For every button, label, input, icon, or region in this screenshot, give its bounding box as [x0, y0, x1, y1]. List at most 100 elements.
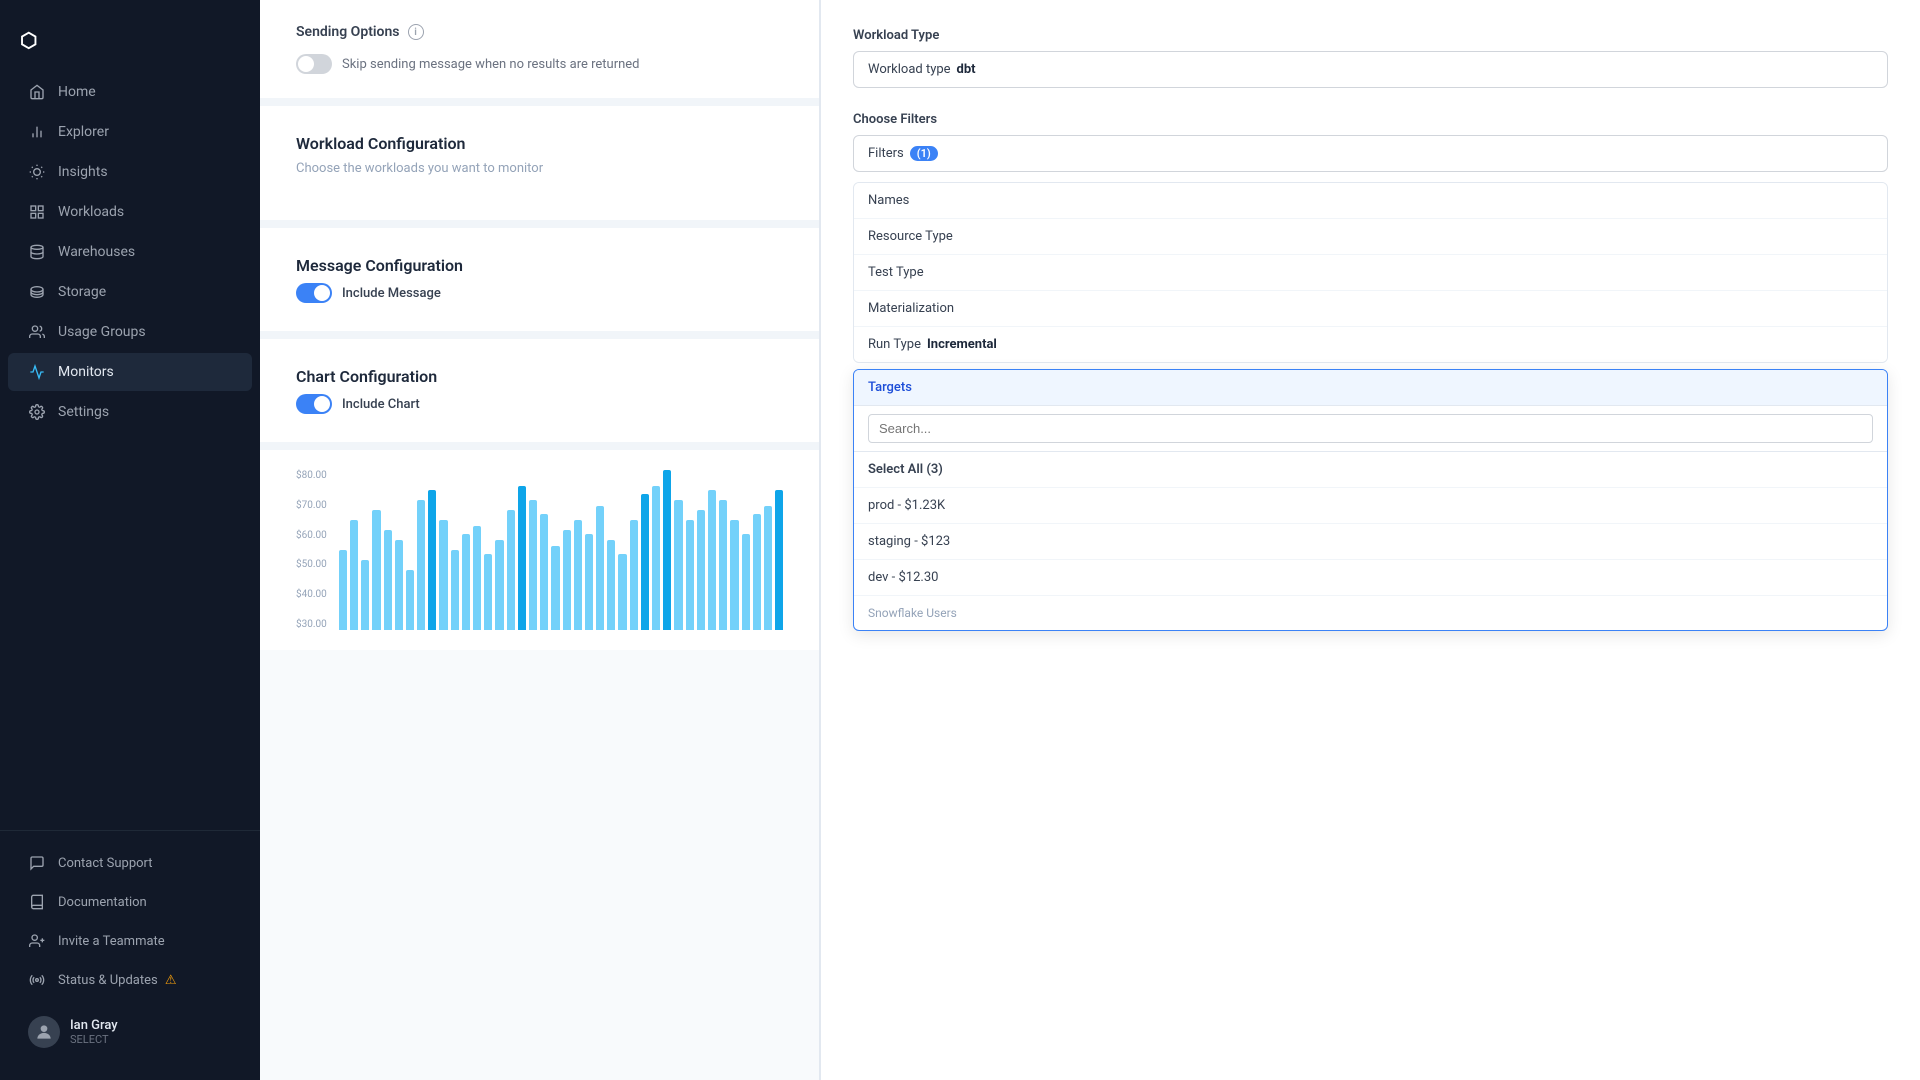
sidebar-item-status-updates[interactable]: Status & Updates ⚠: [8, 961, 252, 999]
workload-config-title: Workload Configuration: [296, 134, 783, 153]
sidebar-item-label-insights: Insights: [58, 164, 108, 180]
workload-type-prefix: Workload type: [868, 62, 951, 77]
main-content: Sending Options i Skip sending message w…: [260, 0, 1920, 1080]
chart-bar: [618, 554, 626, 630]
chart-bar: [641, 494, 649, 630]
target-option-staging[interactable]: staging - $123: [854, 524, 1887, 560]
chart-bar: [462, 534, 470, 630]
chart-bars: [339, 470, 783, 630]
chart-bar: [697, 510, 705, 630]
message-config-section: Message Configuration Include Message: [260, 228, 819, 339]
sidebar-item-storage[interactable]: Storage: [8, 273, 252, 311]
sidebar-bottom: Contact Support Documentation Invite a T…: [0, 830, 260, 1000]
chart-bar: [630, 520, 638, 630]
chart-bar: [652, 486, 660, 630]
filter-option-test-type[interactable]: Test Type: [854, 255, 1887, 291]
message-include-toggle[interactable]: [296, 283, 332, 303]
sidebar-item-home[interactable]: Home: [8, 73, 252, 111]
chart-bar: [495, 540, 503, 630]
sidebar-item-label-workloads: Workloads: [58, 204, 124, 220]
warning-badge: ⚠: [165, 973, 177, 988]
sidebar-item-label-settings: Settings: [58, 404, 109, 420]
users-icon: [28, 323, 46, 341]
activity-icon: [28, 363, 46, 381]
sidebar-item-explorer[interactable]: Explorer: [8, 113, 252, 151]
sidebar-item-label-warehouses: Warehouses: [58, 244, 135, 260]
sidebar-item-label-storage: Storage: [58, 284, 106, 300]
workload-type-box[interactable]: Workload type dbt: [853, 51, 1888, 88]
message-include-label: Include Message: [342, 286, 441, 301]
filter-option-names[interactable]: Names: [854, 183, 1887, 219]
chart-include-label: Include Chart: [342, 397, 420, 412]
chart-bar: [753, 514, 761, 630]
settings-icon: [28, 403, 46, 421]
filter-option-materialization[interactable]: Materialization: [854, 291, 1887, 327]
book-icon: [28, 893, 46, 911]
chart-bar: [428, 490, 436, 630]
chart-bar: [742, 534, 750, 630]
sidebar-item-workloads[interactable]: Workloads: [8, 193, 252, 231]
target-option-select-all[interactable]: Select All (3): [854, 452, 1887, 488]
user-role: SELECT: [70, 1033, 118, 1046]
sidebar-item-insights[interactable]: Insights: [8, 153, 252, 191]
sidebar-item-monitors[interactable]: Monitors: [8, 353, 252, 391]
chart-bar: [574, 520, 582, 630]
sidebar-item-invite-teammate[interactable]: Invite a Teammate: [8, 922, 252, 960]
chart-bar: [507, 510, 515, 630]
sending-options-toggle-label: Skip sending message when no results are…: [342, 57, 640, 72]
target-option-snowflake-users[interactable]: Snowflake Users: [854, 596, 1887, 630]
chart-bar: [540, 514, 548, 630]
targets-dropdown: Targets Select All (3) prod - $1.23K sta…: [853, 369, 1888, 631]
chart-bar: [361, 560, 369, 630]
message-circle-icon: [28, 854, 46, 872]
user-name: Ian Gray: [70, 1018, 118, 1033]
sidebar-nav: Home Explorer Insights Workloads: [0, 72, 260, 1064]
chart-bar: [674, 500, 682, 630]
message-config-title: Message Configuration: [296, 256, 783, 275]
chart-bar: [764, 506, 772, 630]
sidebar-item-label-contact-support: Contact Support: [58, 856, 153, 871]
filter-option-run-type[interactable]: Run Type Incremental: [854, 327, 1887, 362]
sending-options-info-icon[interactable]: i: [408, 24, 424, 40]
chart-bar: [518, 486, 526, 630]
target-option-prod[interactable]: prod - $1.23K: [854, 488, 1887, 524]
sidebar-item-label-usage-groups: Usage Groups: [58, 324, 146, 340]
sidebar-item-documentation[interactable]: Documentation: [8, 883, 252, 921]
workload-config-desc: Choose the workloads you want to monitor: [296, 161, 783, 176]
targets-search-input[interactable]: [868, 414, 1873, 443]
bar-chart-icon: [28, 123, 46, 141]
avatar: [28, 1016, 60, 1048]
sidebar-item-label-invite-teammate: Invite a Teammate: [58, 934, 165, 949]
sidebar-item-warehouses[interactable]: Warehouses: [8, 233, 252, 271]
chart-bar: [585, 534, 593, 630]
form-panel: Sending Options i Skip sending message w…: [260, 0, 820, 1080]
workload-type-label: Workload Type: [853, 28, 1888, 43]
chart-bar: [730, 520, 738, 630]
chart-bar: [473, 526, 481, 630]
run-type-key: Run Type: [868, 337, 921, 352]
chart-bar: [719, 500, 727, 630]
filter-option-resource-type[interactable]: Resource Type: [854, 219, 1887, 255]
user-info: Ian Gray SELECT: [70, 1018, 118, 1046]
sending-options-toggle[interactable]: [296, 54, 332, 74]
filters-box[interactable]: Filters (1): [853, 135, 1888, 172]
chart-include-toggle[interactable]: [296, 394, 332, 414]
run-type-value: Incremental: [927, 337, 997, 352]
sidebar-item-settings[interactable]: Settings: [8, 393, 252, 431]
user-section[interactable]: Ian Gray SELECT: [8, 1004, 252, 1060]
chart-bar: [439, 520, 447, 630]
chart-bar: [384, 530, 392, 630]
sidebar-item-contact-support[interactable]: Contact Support: [8, 844, 252, 882]
chart-y-label-5: $40.00: [296, 589, 327, 600]
targets-header[interactable]: Targets: [854, 370, 1887, 406]
workload-type-section: Workload Type Workload type dbt: [853, 28, 1888, 88]
chart-bar: [529, 500, 537, 630]
chart-bar: [551, 546, 559, 630]
chart-bar: [663, 470, 671, 630]
target-option-dev[interactable]: dev - $12.30: [854, 560, 1887, 596]
sidebar-item-usage-groups[interactable]: Usage Groups: [8, 313, 252, 351]
choose-filters-section: Choose Filters Filters (1) Names Resourc…: [853, 112, 1888, 631]
chart-config-section: Chart Configuration Include Chart: [260, 339, 819, 450]
sidebar: ⬡ Home Explorer Insights W: [0, 0, 260, 1080]
user-plus-icon: [28, 932, 46, 950]
